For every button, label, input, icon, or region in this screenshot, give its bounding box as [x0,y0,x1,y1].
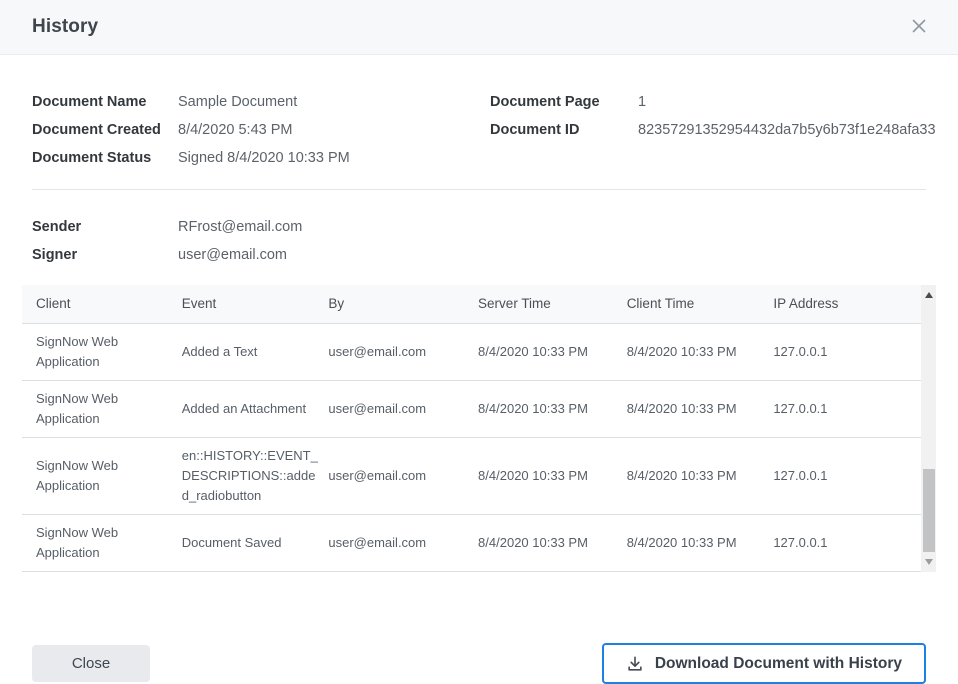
cell-ip-address: 127.0.0.1 [773,380,921,437]
download-button-label: Download Document with History [655,655,902,673]
cell-ip-address: 127.0.0.1 [773,323,921,380]
detail-label: Document ID [490,120,638,140]
cell-by: user@email.com [328,323,478,380]
detail-value: 1 [638,92,646,112]
detail-label: Sender [32,217,178,237]
document-details-left: Document Name Sample Document Document C… [32,92,490,168]
detail-row-document-status: Document Status Signed 8/4/2020 10:33 PM [32,148,490,168]
cell-client-time: 8/4/2020 10:33 PM [627,380,774,437]
detail-value: Signed 8/4/2020 10:33 PM [178,148,350,168]
cell-client: SignNow Web Application [22,514,182,571]
detail-label: Document Name [32,92,178,112]
detail-value: 8/4/2020 5:43 PM [178,120,292,140]
cell-server-time: 8/4/2020 10:33 PM [478,323,627,380]
download-document-with-history-button[interactable]: Download Document with History [602,643,926,684]
detail-label: Document Status [32,148,178,168]
cell-event: en::HISTORY::EVENT_DESCRIPTIONS::added_r… [182,437,329,514]
table-row: SignNow Web Application Document Saved u… [22,514,921,571]
section-divider [32,189,926,190]
column-header-ip-address: IP Address [773,285,921,323]
cell-by: user@email.com [328,514,478,571]
cell-server-time: 8/4/2020 10:33 PM [478,437,627,514]
close-modal-button[interactable]: Close [32,645,150,682]
cell-event: Added an Attachment [182,380,329,437]
cell-event: Document Saved [182,514,329,571]
column-header-by: By [328,285,478,323]
page-title: History [32,16,98,38]
detail-label: Signer [32,245,178,265]
detail-value: Sample Document [178,92,297,112]
cell-by: user@email.com [328,437,478,514]
detail-row-document-created: Document Created 8/4/2020 5:43 PM [32,120,490,140]
table-header-row: Client Event By Server Time Client Time … [22,285,921,323]
column-header-client-time: Client Time [627,285,774,323]
detail-value: 82357291352954432da7b5y6b73f1e248afa33 [638,120,936,140]
history-modal: History Document Name Sample Document Do… [0,0,958,684]
document-details-right: Document Page 1 Document ID 823572913529… [490,92,936,168]
modal-footer: Close Download Document with History [0,643,958,684]
detail-row-document-id: Document ID 82357291352954432da7b5y6b73f… [490,120,936,140]
detail-row-signer: Signer user@email.com [32,245,926,265]
cell-client-time: 8/4/2020 10:33 PM [627,323,774,380]
history-table-wrap: Client Event By Server Time Client Time … [22,285,936,572]
table-row: SignNow Web Application en::HISTORY::EVE… [22,437,921,514]
column-header-client: Client [22,285,182,323]
close-button[interactable] [906,14,932,40]
cell-client: SignNow Web Application [22,323,182,380]
close-icon [910,17,928,38]
cell-server-time: 8/4/2020 10:33 PM [478,380,627,437]
modal-header: History [0,0,958,55]
table-row: SignNow Web Application Added an Attachm… [22,380,921,437]
download-icon [626,655,644,673]
history-table: Client Event By Server Time Client Time … [22,285,921,572]
detail-value: RFrost@email.com [178,217,302,237]
parties-section: Sender RFrost@email.com Signer user@emai… [32,217,926,265]
cell-client-time: 8/4/2020 10:33 PM [627,437,774,514]
detail-value: user@email.com [178,245,287,265]
cell-client: SignNow Web Application [22,380,182,437]
detail-label: Document Page [490,92,638,112]
scrollbar-up-arrow-icon[interactable] [921,287,936,302]
cell-ip-address: 127.0.0.1 [773,437,921,514]
cell-event: Added a Text [182,323,329,380]
cell-by: user@email.com [328,380,478,437]
scrollbar-thumb[interactable] [923,469,935,552]
document-details: Document Name Sample Document Document C… [32,92,926,168]
scrollbar-down-arrow-icon[interactable] [921,555,936,570]
cell-ip-address: 127.0.0.1 [773,514,921,571]
cell-client: SignNow Web Application [22,437,182,514]
detail-row-document-name: Document Name Sample Document [32,92,490,112]
column-header-event: Event [182,285,329,323]
modal-body: Document Name Sample Document Document C… [0,55,958,585]
table-row: SignNow Web Application Added a Text use… [22,323,921,380]
detail-row-document-page: Document Page 1 [490,92,936,112]
cell-client-time: 8/4/2020 10:33 PM [627,514,774,571]
detail-row-sender: Sender RFrost@email.com [32,217,926,237]
cell-server-time: 8/4/2020 10:33 PM [478,514,627,571]
detail-label: Document Created [32,120,178,140]
column-header-server-time: Server Time [478,285,627,323]
table-scrollbar[interactable] [921,285,936,572]
